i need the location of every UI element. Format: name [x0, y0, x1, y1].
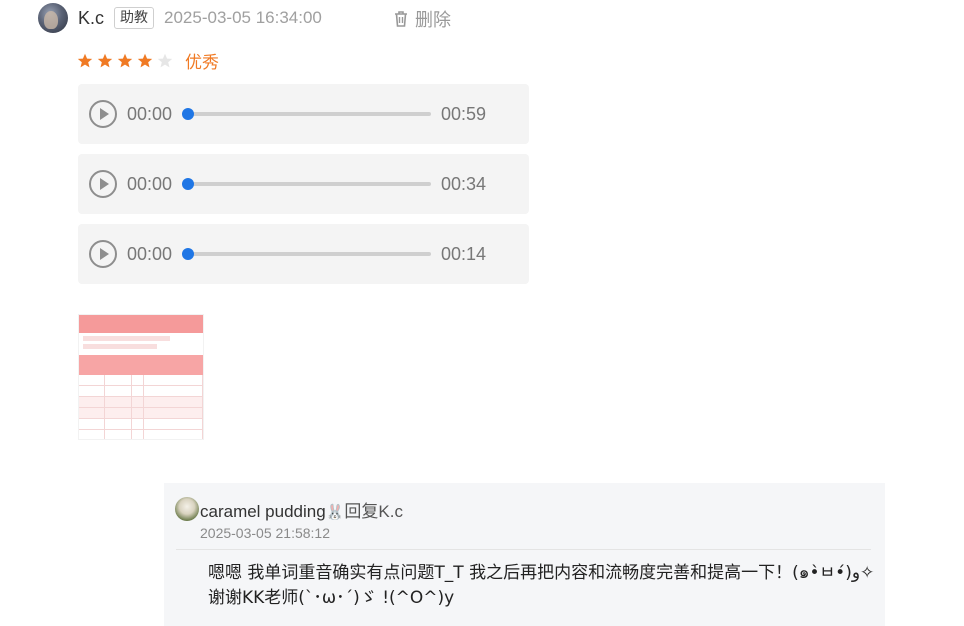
- username[interactable]: K.c: [78, 8, 104, 29]
- play-icon[interactable]: [89, 100, 117, 128]
- audio-total-time: 00:14: [441, 243, 487, 264]
- delete-label: 删除: [415, 10, 451, 31]
- divider: [176, 549, 871, 550]
- role-badge: 助教: [114, 7, 155, 29]
- audio-progress-knob[interactable]: [182, 108, 194, 120]
- audio-current-time: 00:00: [127, 173, 173, 194]
- reply-username[interactable]: caramel pudding: [200, 502, 326, 521]
- audio-progress-knob[interactable]: [182, 178, 194, 190]
- reply-to-label: 回复K.c: [344, 502, 403, 521]
- audio-current-time: 00:00: [127, 243, 173, 264]
- delete-button[interactable]: 删除: [392, 6, 451, 32]
- reply-avatar[interactable]: [175, 497, 199, 521]
- star-icon: [137, 53, 153, 67]
- star-icon: [117, 53, 133, 67]
- audio-progress-track[interactable]: [182, 178, 431, 190]
- play-icon[interactable]: [89, 240, 117, 268]
- comment-header: K.c 助教 2025-03-05 16:34:00: [38, 2, 322, 34]
- thumbnail-header-band: [79, 315, 203, 333]
- audio-current-time: 00:00: [127, 103, 173, 124]
- star-icon: [97, 53, 113, 67]
- audio-player: 00:00 00:14: [78, 224, 529, 284]
- reply-text: 嗯嗯 我单词重音确实有点问题T_T 我之后再把内容和流畅度完善和提高一下！(๑•…: [208, 561, 878, 611]
- trash-icon: [395, 11, 407, 27]
- audio-player: 00:00 00:34: [78, 154, 529, 214]
- comment-timestamp: 2025-03-05 16:34:00: [164, 8, 322, 27]
- reply-text-line: 嗯嗯 我单词重音确实有点问题T_T 我之后再把内容和流畅度完善和提高一下！(๑•…: [208, 563, 875, 583]
- audio-progress-track[interactable]: [182, 108, 431, 120]
- attachment-thumbnail[interactable]: [78, 314, 204, 440]
- rating-label: 优秀: [185, 53, 219, 73]
- play-icon[interactable]: [89, 170, 117, 198]
- star-empty-icon: [157, 53, 173, 67]
- user-avatar[interactable]: [38, 3, 68, 33]
- star-rating: 优秀: [77, 48, 219, 73]
- reply-header: caramel pudding🐰回复K.c: [200, 497, 403, 522]
- rabbit-emoji-icon: 🐰: [325, 504, 345, 521]
- reply-card: caramel pudding🐰回复K.c 2025-03-05 21:58:1…: [164, 483, 885, 626]
- audio-total-time: 00:59: [441, 103, 487, 124]
- audio-total-time: 00:34: [441, 173, 487, 194]
- reply-text-line: 谢谢KK老师(`･ω･´)ゞ !(^O^)y: [208, 588, 455, 608]
- audio-progress-knob[interactable]: [182, 248, 194, 260]
- audio-player: 00:00 00:59: [78, 84, 529, 144]
- thumbnail-table-header: [79, 355, 203, 375]
- star-icon: [77, 53, 93, 67]
- reply-timestamp: 2025-03-05 21:58:12: [200, 525, 330, 541]
- audio-progress-track[interactable]: [182, 248, 431, 260]
